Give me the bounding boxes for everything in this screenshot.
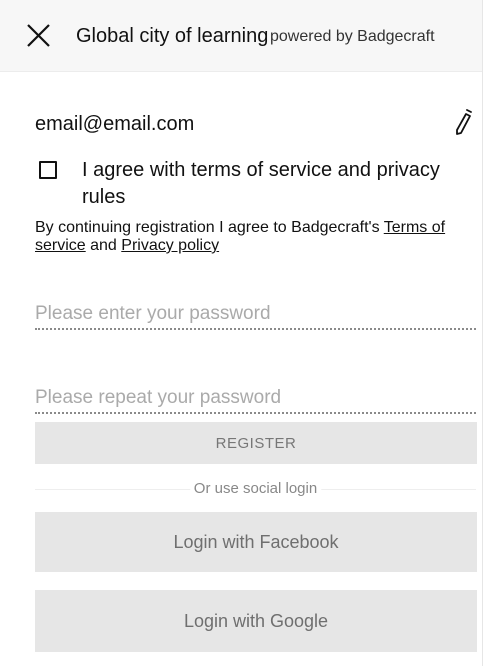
terms-notice-and: and xyxy=(85,237,122,254)
terms-notice: By continuing registration I agree to Ba… xyxy=(35,219,465,255)
panel-edge-divider xyxy=(482,0,483,666)
registration-page: Global city of learning powered by Badge… xyxy=(0,0,486,666)
social-login-divider: Or use social login xyxy=(35,477,476,501)
page-subtitle: powered by Badgecraft xyxy=(270,28,435,45)
terms-checkbox[interactable] xyxy=(39,161,57,179)
facebook-login-button[interactable]: Login with Facebook xyxy=(35,512,477,572)
google-login-button[interactable]: Login with Google xyxy=(35,590,477,652)
header-bar: Global city of learning powered by Badge… xyxy=(0,0,482,72)
privacy-policy-link[interactable]: Privacy policy xyxy=(121,237,219,254)
social-login-label: Or use social login xyxy=(189,480,322,497)
repeat-password-input[interactable] xyxy=(35,384,476,414)
terms-notice-prefix: By continuing registration I agree to Ba… xyxy=(35,219,384,236)
email-display: email@email.com xyxy=(35,113,195,135)
password-input[interactable] xyxy=(35,300,476,330)
close-icon[interactable] xyxy=(24,22,54,50)
register-button[interactable]: REGISTER xyxy=(35,422,477,464)
page-title: Global city of learning xyxy=(76,25,269,47)
terms-checkbox-label[interactable]: I agree with terms of service and privac… xyxy=(82,157,462,211)
pencil-icon[interactable] xyxy=(452,108,474,136)
